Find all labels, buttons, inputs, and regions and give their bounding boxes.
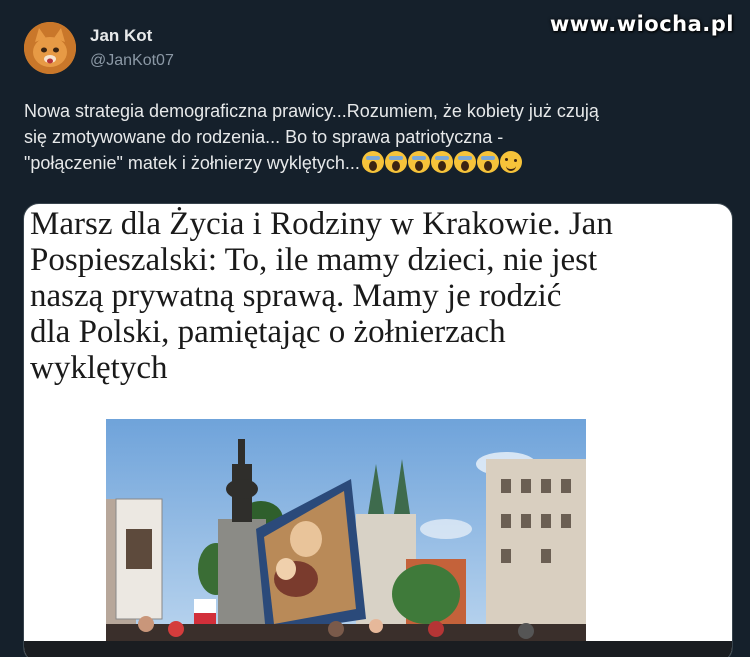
scream-icon bbox=[430, 151, 453, 173]
tweet-header: Jan Kot @JanKot07 bbox=[24, 22, 174, 74]
tweet-text-line-text: "połączenie" matek i żołnierzy wyklętych… bbox=[24, 153, 360, 173]
media-card[interactable]: Marsz dla Życia i Rodziny w Krakowie. Ja… bbox=[23, 203, 733, 657]
scream-icon bbox=[453, 151, 476, 173]
headline-line: Pospieszalski: To, ile mamy dzieci, nie … bbox=[30, 242, 598, 278]
tweet-text-line: Nowa strategia demograficzna prawicy...R… bbox=[24, 101, 599, 121]
handle[interactable]: @JanKot07 bbox=[90, 50, 174, 72]
avatar[interactable] bbox=[24, 22, 76, 74]
article-headline: Marsz dla Życia i Rodziny w Krakowie. Ja… bbox=[30, 206, 730, 386]
march-crowd-photo[interactable] bbox=[106, 419, 586, 649]
scream-icon bbox=[407, 151, 430, 173]
display-name[interactable]: Jan Kot bbox=[90, 25, 174, 47]
scream-icon bbox=[384, 151, 407, 173]
headline-line: naszą prywatną sprawą. Mamy je rodzić bbox=[30, 278, 562, 314]
scream-icon bbox=[361, 151, 384, 173]
emoji-row bbox=[361, 151, 523, 173]
orange-cat-avatar-icon bbox=[24, 22, 76, 74]
media-bottom-bar bbox=[24, 641, 732, 657]
tweet-text-line: "połączenie" matek i żołnierzy wyklętych… bbox=[24, 150, 724, 176]
tweet-text-line: się zmotywowane do rodzenia... Bo to spr… bbox=[24, 127, 504, 147]
headline-line: dla Polski, pamiętając o żołnierzach bbox=[30, 314, 506, 350]
headline-line: wyklętych bbox=[30, 350, 168, 386]
tweet-text: Nowa strategia demograficzna prawicy...R… bbox=[24, 98, 724, 176]
wink-icon bbox=[499, 151, 522, 173]
watermark: www.wiocha.pl bbox=[549, 12, 734, 36]
headline-line: Marsz dla Życia i Rodziny w Krakowie. Ja… bbox=[30, 206, 613, 242]
scream-icon bbox=[476, 151, 499, 173]
